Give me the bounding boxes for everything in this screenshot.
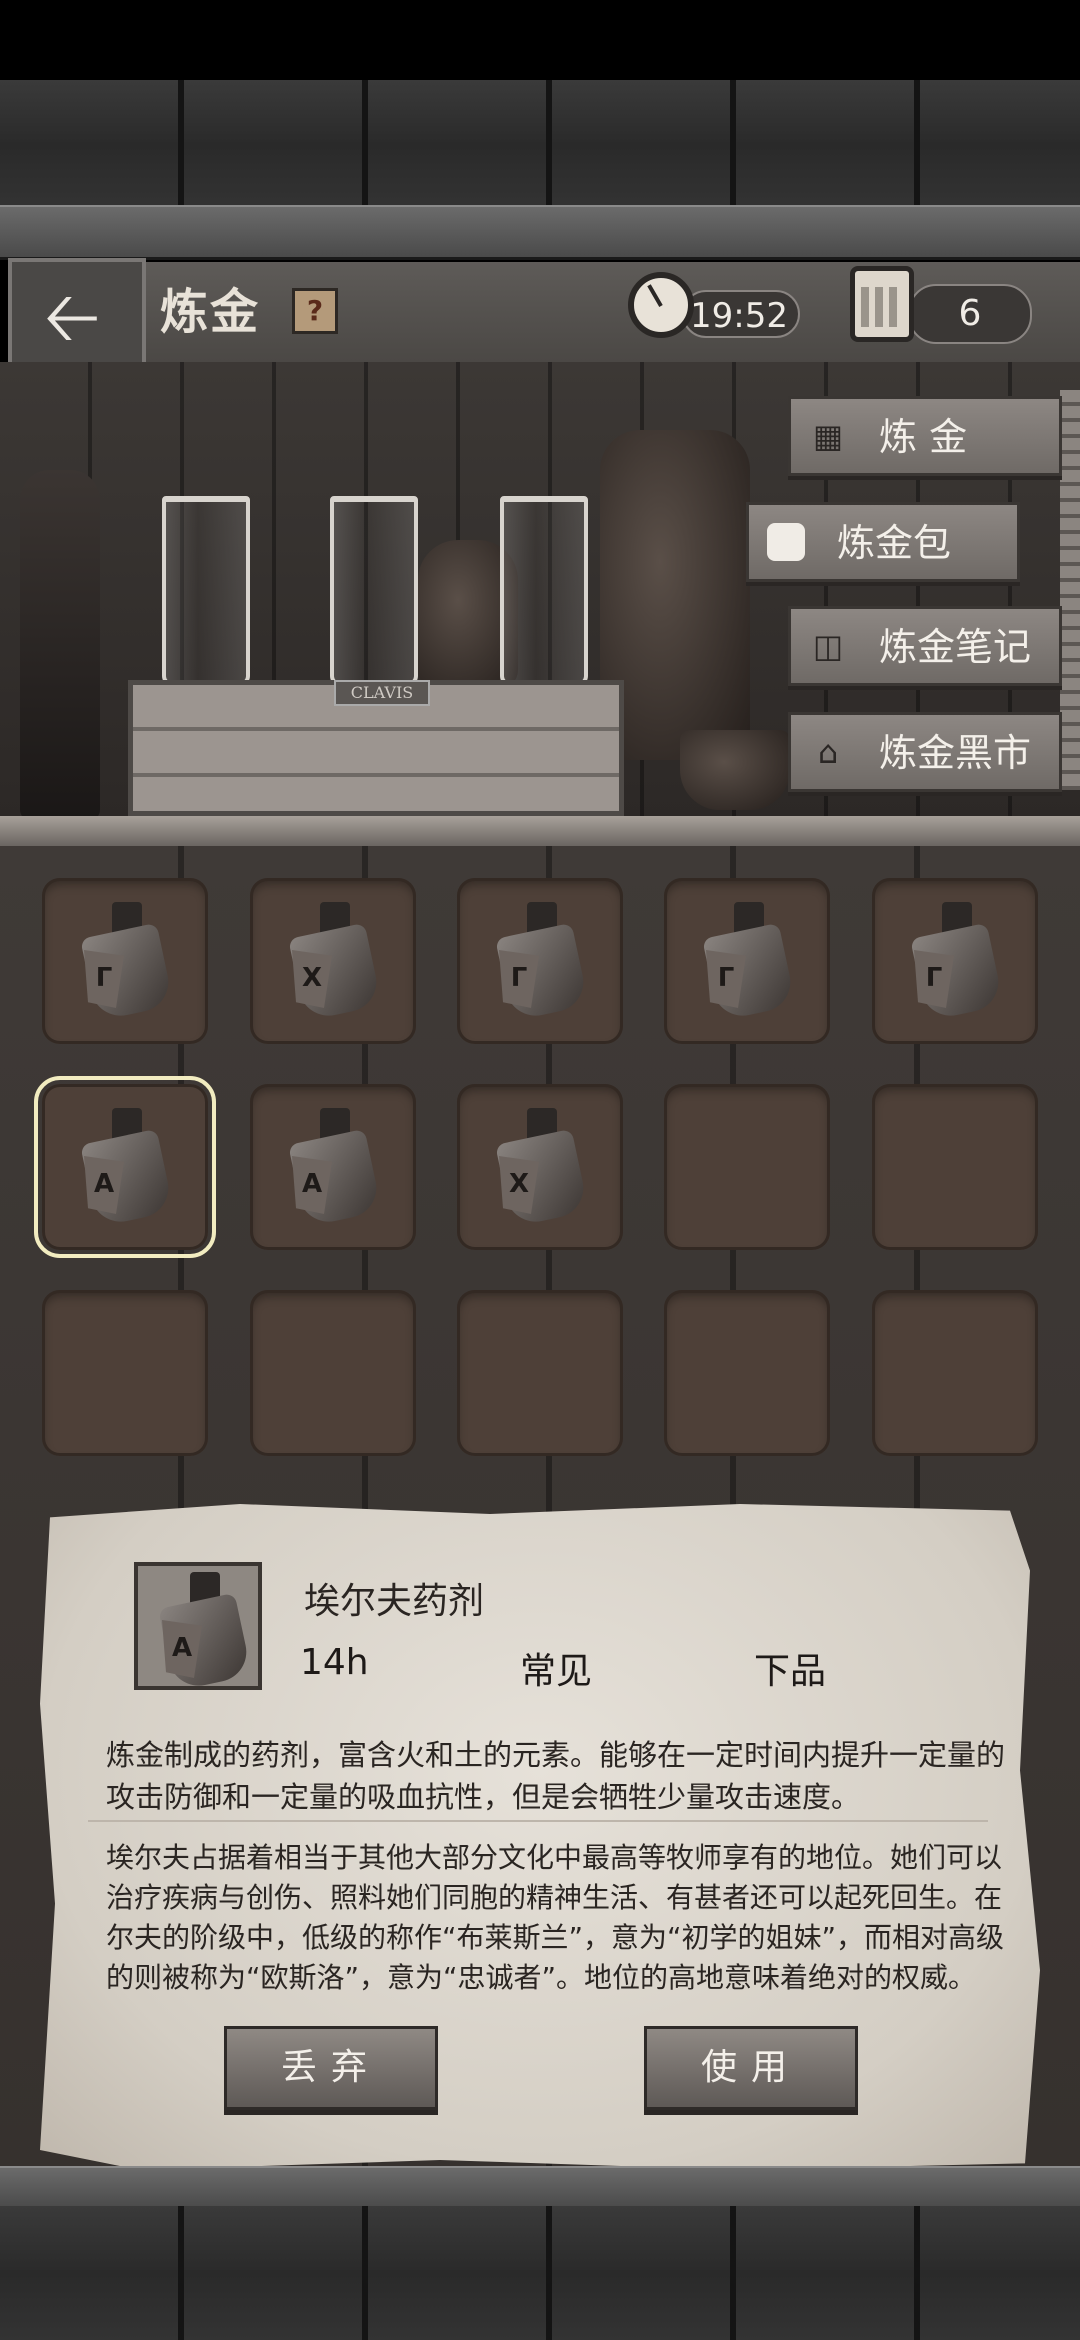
potion-icon: A: [80, 1108, 174, 1228]
item-grade: 下品: [754, 1651, 827, 1692]
backpack-icon: [767, 523, 805, 561]
menu-black-market-label: 炼金黑市: [879, 731, 1032, 775]
inventory-slot[interactable]: A: [34, 1076, 216, 1258]
potion-icon: X: [288, 902, 382, 1022]
inventory-slot[interactable]: X: [457, 1084, 623, 1250]
inventory-slot[interactable]: [664, 1290, 830, 1456]
menu-alchemy-button[interactable]: ▦ 炼 金: [788, 396, 1062, 476]
crate-label: CLAVIS: [334, 680, 430, 706]
item-thumbnail: A: [134, 1562, 262, 1692]
top-wood-planks: [0, 80, 1080, 210]
test-tube-1[interactable]: [162, 496, 250, 686]
potion-icon: A: [288, 1108, 382, 1228]
menu-alchemy-notes-label: 炼金笔记: [879, 625, 1032, 669]
back-arrow-icon: 🡠: [43, 276, 101, 358]
item-duration: 14h: [300, 1642, 369, 1683]
day-counter: 6: [908, 284, 1032, 344]
inventory-slot[interactable]: [664, 1084, 830, 1250]
use-button[interactable]: 使用: [644, 2026, 858, 2110]
inventory-slot[interactable]: [42, 1290, 208, 1456]
mortar-icon: ▦: [812, 417, 844, 455]
rune-mark: Γ: [95, 963, 113, 993]
inventory-slot[interactable]: [250, 1290, 416, 1456]
rope-decoration: [1060, 390, 1080, 790]
rune-mark: Γ: [925, 963, 943, 993]
inventory-slot[interactable]: Γ: [42, 878, 208, 1044]
book-icon: ◫: [812, 627, 844, 665]
bottom-beam: [0, 2166, 1080, 2211]
rune-mark: Γ: [510, 963, 528, 993]
rune-mark: X: [508, 1169, 530, 1199]
mortar-decoration: [680, 730, 790, 810]
discard-button[interactable]: 丢弃: [224, 2026, 438, 2110]
potion-icon: Γ: [702, 902, 796, 1022]
menu-alchemy-label: 炼 金: [879, 415, 968, 459]
scene-shelf: [0, 816, 1080, 850]
game-screen: 🡠 炼金 ? 19:52 6 CLAVIS ▦ 炼 金 炼金包 ◫ 炼金笔记 ⌂…: [0, 0, 1080, 2340]
house-icon: ⌂: [817, 733, 839, 771]
panel-divider: [88, 1820, 988, 1822]
inventory-slot[interactable]: A: [250, 1084, 416, 1250]
inventory-slot[interactable]: [872, 1084, 1038, 1250]
item-rarity: 常见: [520, 1651, 593, 1692]
item-name: 埃尔夫药剂: [304, 1581, 485, 1622]
timer-display: 19:52: [682, 290, 800, 338]
potion-icon: Γ: [80, 902, 174, 1022]
rune-mark: X: [301, 963, 323, 993]
potion-icon: Γ: [910, 902, 1004, 1022]
item-lore: 埃尔夫占据着相当于其他大部分文化中最高等牧师享有的地位。她们可以治疗疾病与创伤、…: [106, 1841, 1005, 1994]
rune-mark: A: [93, 1169, 115, 1199]
menu-alchemy-notes-button[interactable]: ◫ 炼金笔记: [788, 606, 1062, 686]
menu-alchemy-bag-button[interactable]: 炼金包: [746, 502, 1020, 582]
help-button[interactable]: ?: [292, 288, 338, 334]
rune-mark: A: [301, 1169, 323, 1199]
item-description: 炼金制成的药剂，富含火和土的元素。能够在一定时间内提升一定量的攻击防御和一定量的…: [106, 1738, 1006, 1814]
test-tube-3[interactable]: [500, 496, 588, 686]
menu-alchemy-bag-label: 炼金包: [837, 521, 952, 565]
inventory-slot[interactable]: Γ: [457, 878, 623, 1044]
inventory-slot[interactable]: Γ: [872, 878, 1038, 1044]
bottom-wood-planks: [0, 2206, 1080, 2340]
potion-icon: A: [158, 1572, 252, 1692]
test-tube-2[interactable]: [330, 496, 418, 686]
page-title: 炼金: [160, 284, 261, 340]
inventory-slot[interactable]: [457, 1290, 623, 1456]
potion-icon: Γ: [495, 902, 589, 1022]
inventory-slot[interactable]: X: [250, 878, 416, 1044]
lamp-decoration: [20, 470, 100, 820]
top-beam: [0, 205, 1080, 260]
stopwatch-icon: [628, 272, 694, 338]
inventory-slot[interactable]: [872, 1290, 1038, 1456]
rune-mark: Γ: [717, 963, 735, 993]
inventory-slot[interactable]: Γ: [664, 878, 830, 1044]
calendar-icon: [850, 266, 914, 342]
potion-icon: X: [495, 1108, 589, 1228]
status-bar-area: [0, 0, 1080, 80]
menu-black-market-button[interactable]: ⌂ 炼金黑市: [788, 712, 1062, 792]
